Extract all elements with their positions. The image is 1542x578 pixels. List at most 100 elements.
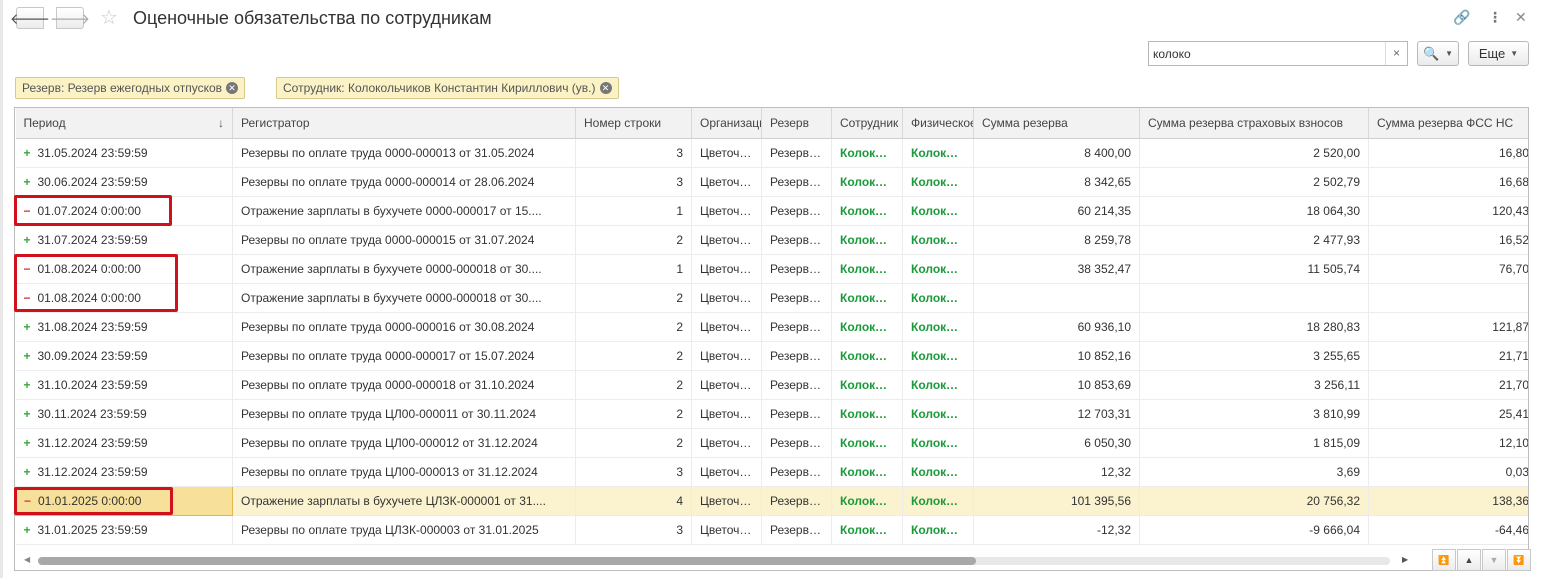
- cell-fss-sum[interactable]: 12,10: [1368, 428, 1528, 458]
- scroll-left-icon[interactable]: ◀: [24, 555, 30, 564]
- cell-insurance-sum[interactable]: 3 255,65: [1139, 341, 1369, 371]
- cell-registrar[interactable]: Резервы по оплате труда ЦЛ00-000012 от 3…: [232, 428, 576, 458]
- cell-person[interactable]: Колокольчиков: [902, 370, 974, 400]
- cell-reserve-sum[interactable]: 101 395,56: [973, 486, 1140, 516]
- cell-fss-sum[interactable]: 76,70: [1368, 254, 1528, 284]
- cell-organization[interactable]: Цветочная: [691, 486, 762, 516]
- cell-person[interactable]: Колокольчиков: [902, 283, 974, 313]
- cell-registrar[interactable]: Отражение зарплаты в бухучете 0000-00001…: [232, 283, 576, 313]
- cell-employee[interactable]: Колокольчиков: [831, 370, 903, 400]
- cell-period[interactable]: +30.09.2024 23:59:59: [15, 341, 233, 371]
- cell-insurance-sum[interactable]: 18 064,30: [1139, 196, 1369, 226]
- cell-reserve[interactable]: Резерв ежегодных отпусков: [761, 399, 832, 429]
- cell-line-number[interactable]: 2: [575, 341, 692, 371]
- cell-person[interactable]: Колокольчиков: [902, 399, 974, 429]
- cell-reserve-sum[interactable]: 8 259,78: [973, 225, 1140, 255]
- column-header-reserve-sum[interactable]: Сумма резерва: [973, 108, 1140, 139]
- cell-person[interactable]: Колокольчиков: [902, 225, 974, 255]
- cell-line-number[interactable]: 2: [575, 428, 692, 458]
- cell-registrar[interactable]: Резервы по оплате труда ЦЛЗК-000003 от 3…: [232, 515, 576, 545]
- cell-insurance-sum[interactable]: 1 815,09: [1139, 428, 1369, 458]
- cell-fss-sum[interactable]: 16,68: [1368, 167, 1528, 197]
- cell-organization[interactable]: Цветочная: [691, 167, 762, 197]
- cell-person[interactable]: Колокольчиков: [902, 312, 974, 342]
- column-header-line-number[interactable]: Номер строки: [575, 108, 692, 139]
- cell-person[interactable]: Колокольчиков: [902, 196, 974, 226]
- scroll-top-button[interactable]: ⏫: [1432, 549, 1456, 571]
- cell-line-number[interactable]: 3: [575, 515, 692, 545]
- cell-organization[interactable]: Цветочная: [691, 399, 762, 429]
- cell-period[interactable]: +31.01.2025 23:59:59: [15, 515, 233, 545]
- cell-fss-sum[interactable]: 25,41: [1368, 399, 1528, 429]
- cell-registrar[interactable]: Резервы по оплате труда ЦЛ00-000011 от 3…: [232, 399, 576, 429]
- cell-insurance-sum[interactable]: 18 280,83: [1139, 312, 1369, 342]
- cell-fss-sum[interactable]: [1368, 283, 1528, 313]
- cell-fss-sum[interactable]: 21,71: [1368, 341, 1528, 371]
- cell-reserve[interactable]: Резерв ежегодных отпусков: [761, 515, 832, 545]
- cell-fss-sum[interactable]: 16,80: [1368, 138, 1528, 168]
- cell-employee[interactable]: Колокольчиков: [831, 515, 903, 545]
- cell-registrar[interactable]: Отражение зарплаты в бухучете 0000-00001…: [232, 254, 576, 284]
- cell-period[interactable]: +31.12.2024 23:59:59: [15, 457, 233, 487]
- cell-person[interactable]: Колокольчиков: [902, 428, 974, 458]
- column-header-employee[interactable]: Сотрудник: [831, 108, 903, 139]
- more-actions-icon[interactable]: ⋮: [1488, 9, 1502, 26]
- cell-organization[interactable]: Цветочная: [691, 254, 762, 284]
- cell-insurance-sum[interactable]: 3,69: [1139, 457, 1369, 487]
- cell-employee[interactable]: Колокольчиков: [831, 196, 903, 226]
- cell-period[interactable]: +31.10.2024 23:59:59: [15, 370, 233, 400]
- cell-reserve[interactable]: Резерв ежегодных отпусков: [761, 225, 832, 255]
- column-header-fss-sum[interactable]: Сумма резерва ФСС НС: [1368, 108, 1528, 139]
- cell-organization[interactable]: Цветочная: [691, 196, 762, 226]
- cell-reserve-sum[interactable]: 60 936,10: [973, 312, 1140, 342]
- cell-reserve-sum[interactable]: 38 352,47: [973, 254, 1140, 284]
- table-row[interactable]: +30.06.2024 23:59:59 Резервы по оплате тр…: [15, 167, 1528, 197]
- cell-reserve[interactable]: Резерв ежегодных отпусков: [761, 167, 832, 197]
- cell-period[interactable]: −01.07.2024 0:00:00: [15, 196, 233, 226]
- cell-insurance-sum[interactable]: 11 505,74: [1139, 254, 1369, 284]
- cell-organization[interactable]: Цветочная: [691, 515, 762, 545]
- cell-organization[interactable]: Цветочная: [691, 312, 762, 342]
- cell-period[interactable]: +30.06.2024 23:59:59: [15, 167, 233, 197]
- search-field[interactable]: ×: [1148, 41, 1408, 66]
- cell-period[interactable]: −01.08.2024 0:00:00: [15, 283, 233, 313]
- remove-filter-icon[interactable]: ✕: [226, 82, 239, 94]
- cell-reserve-sum[interactable]: 6 050,30: [973, 428, 1140, 458]
- cell-organization[interactable]: Цветочная: [691, 457, 762, 487]
- cell-reserve-sum[interactable]: 8 400,00: [973, 138, 1140, 168]
- cell-period[interactable]: +31.07.2024 23:59:59: [15, 225, 233, 255]
- cell-registrar[interactable]: Резервы по оплате труда 0000-000018 от 3…: [232, 370, 576, 400]
- back-button[interactable]: 🡐: [10, 7, 50, 29]
- favorite-star-icon[interactable]: ☆: [100, 5, 118, 30]
- cell-registrar[interactable]: Отражение зарплаты в бухучете 0000-00001…: [232, 196, 576, 226]
- cell-reserve[interactable]: Резерв ежегодных отпусков: [761, 312, 832, 342]
- filter-chip-reserve[interactable]: Резерв: Резерв ежегодных отпусков ✕: [15, 77, 246, 99]
- cell-registrar[interactable]: Резервы по оплате труда 0000-000017 от 1…: [232, 341, 576, 371]
- cell-person[interactable]: Колокольчиков: [902, 457, 974, 487]
- table-row[interactable]: +30.11.2024 23:59:59 Резервы по оплате тр…: [15, 399, 1528, 429]
- cell-insurance-sum[interactable]: 3 810,99: [1139, 399, 1369, 429]
- cell-fss-sum[interactable]: 138,36: [1368, 486, 1528, 516]
- cell-reserve-sum[interactable]: -12,32: [973, 515, 1140, 545]
- cell-line-number[interactable]: 3: [575, 167, 692, 197]
- cell-organization[interactable]: Цветочная: [691, 341, 762, 371]
- cell-insurance-sum[interactable]: 2 502,79: [1139, 167, 1369, 197]
- cell-organization[interactable]: Цветочная: [691, 283, 762, 313]
- cell-organization[interactable]: Цветочная: [691, 428, 762, 458]
- filter-chip-employee[interactable]: Сотрудник: Колокольчиков Константин Кири…: [276, 77, 619, 99]
- table-row[interactable]: +31.08.2024 23:59:59 Резервы по оплате тр…: [15, 312, 1528, 342]
- cell-person[interactable]: Колокольчиков: [902, 515, 974, 545]
- cell-line-number[interactable]: 2: [575, 370, 692, 400]
- link-icon[interactable]: 🔗: [1453, 9, 1470, 26]
- cell-line-number[interactable]: 2: [575, 312, 692, 342]
- cell-employee[interactable]: Колокольчиков: [831, 167, 903, 197]
- cell-period[interactable]: +31.08.2024 23:59:59: [15, 312, 233, 342]
- cell-employee[interactable]: Колокольчиков: [831, 138, 903, 168]
- cell-reserve-sum[interactable]: 10 853,69: [973, 370, 1140, 400]
- cell-reserve-sum[interactable]: 10 852,16: [973, 341, 1140, 371]
- forward-button[interactable]: 🡒: [50, 7, 90, 29]
- cell-person[interactable]: Колокольчиков: [902, 254, 974, 284]
- cell-employee[interactable]: Колокольчиков: [831, 254, 903, 284]
- cell-reserve[interactable]: Резерв ежегодных отпусков: [761, 254, 832, 284]
- cell-reserve[interactable]: Резерв ежегодных отпусков: [761, 196, 832, 226]
